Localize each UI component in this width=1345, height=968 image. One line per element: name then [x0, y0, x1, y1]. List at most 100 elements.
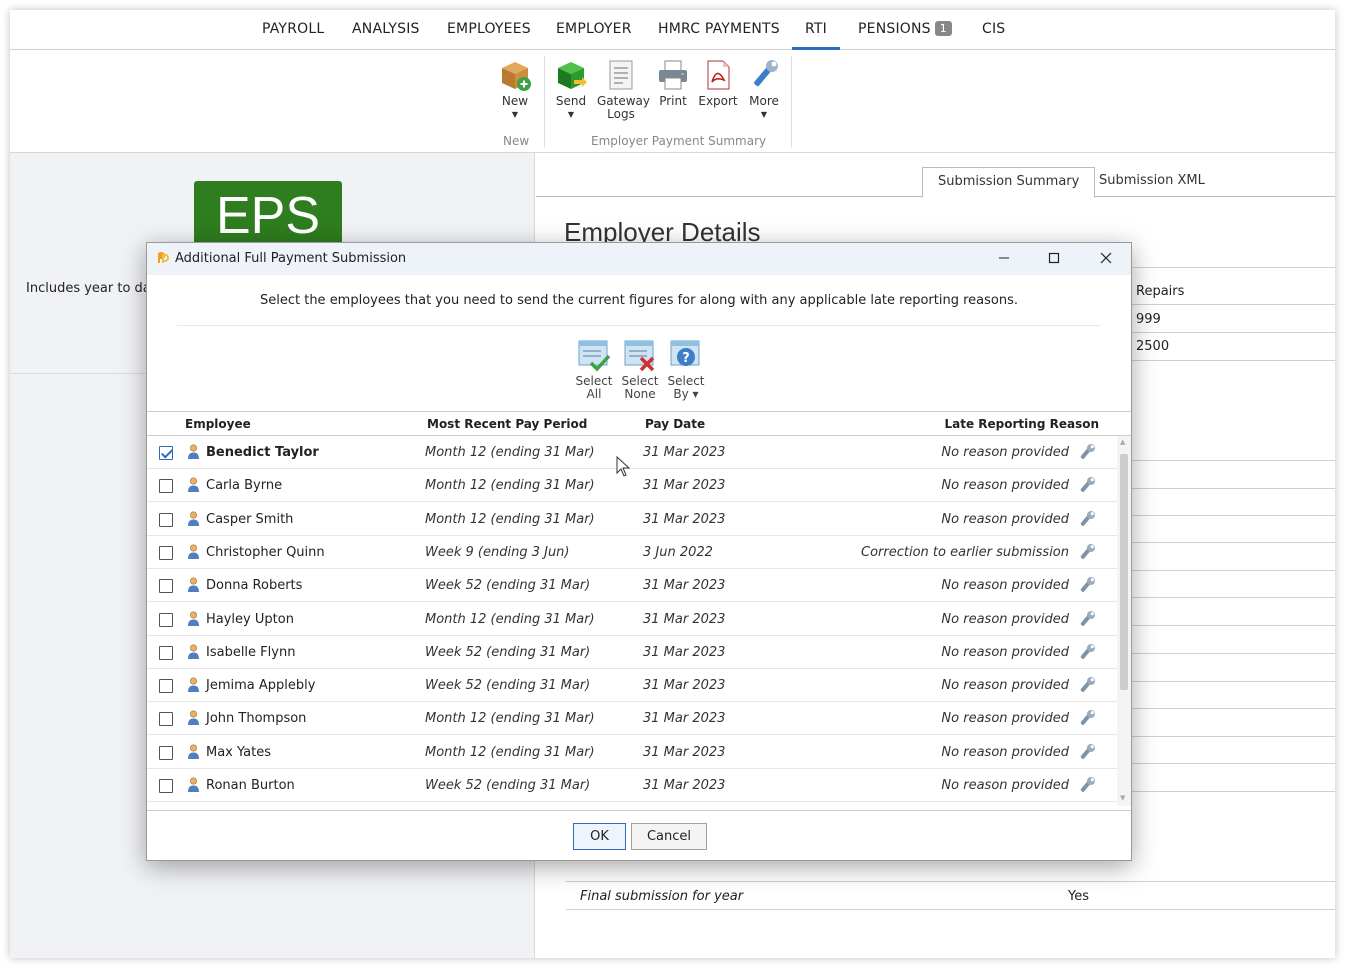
employee-name: Jemima Applebly — [206, 678, 316, 694]
dialog-instruction: Select the employees that you need to se… — [259, 293, 1018, 308]
row-checkbox[interactable] — [159, 645, 173, 660]
employee-name: Casper Smith — [206, 511, 294, 527]
tab-submission-xml[interactable]: Submission XML — [1084, 167, 1220, 197]
wrench-icon[interactable] — [1077, 610, 1096, 629]
wrench-icon[interactable] — [1077, 643, 1096, 662]
select-none-label-1: Select — [621, 374, 659, 388]
table-row[interactable]: John Thompson Month 12 (ending 31 Mar) 31 … — [147, 702, 1117, 736]
table-row[interactable]: Benedict Taylor Month 12 (ending 31 Mar) 3… — [147, 436, 1117, 469]
person-icon — [187, 677, 200, 693]
nav-analysis[interactable]: ANALYSIS — [352, 21, 420, 37]
dialog-titlebar: Additional Full Payment Submission — [147, 243, 1131, 275]
send-label: Send — [555, 94, 587, 108]
pay-period: Month 12 (ending 31 Mar) — [425, 445, 595, 460]
select-by-button[interactable]: ? Select By ▾ — [664, 338, 708, 401]
select-by-label-2: By ▾ — [673, 387, 699, 401]
scroll-up-arrow[interactable]: ▲ — [1120, 438, 1125, 446]
table-row[interactable]: Hayley Upton Month 12 (ending 31 Mar) 31 M… — [147, 603, 1117, 636]
divider — [566, 909, 1335, 910]
nav-rti[interactable]: RTI — [792, 21, 840, 50]
mouse-pointer-icon — [616, 456, 631, 477]
pay-period: Week 52 (ending 31 Mar) — [425, 778, 591, 793]
row-checkbox[interactable] — [159, 479, 173, 494]
pdf-icon — [707, 60, 730, 90]
pay-date: 31 Mar 2023 — [643, 778, 726, 793]
wrench-icon[interactable] — [1077, 543, 1096, 562]
late-reason: No reason provided — [941, 511, 1069, 527]
column-header-reason[interactable]: Late Reporting Reason — [945, 417, 1100, 431]
row-checkbox[interactable] — [159, 745, 173, 760]
nav-pensions[interactable]: PENSIONS 1 — [858, 21, 952, 37]
export-button[interactable]: Export — [694, 58, 742, 108]
wrench-icon[interactable] — [1077, 443, 1096, 462]
scrollbar-thumb[interactable] — [1120, 454, 1128, 690]
tab-submission-summary[interactable]: Submission Summary — [922, 167, 1096, 198]
nav-payroll[interactable]: PAYROLL — [262, 21, 324, 37]
wrench-icon[interactable] — [1077, 709, 1096, 728]
new-dropdown-caret: ▼ — [511, 110, 519, 119]
select-all-button[interactable]: Select All — [572, 338, 616, 401]
row-checkbox[interactable] — [159, 779, 173, 793]
cancel-button[interactable]: Cancel — [631, 823, 707, 850]
gateway-label-2: Logs — [607, 107, 635, 121]
maximize-button[interactable] — [1040, 247, 1068, 271]
select-none-button[interactable]: Select None — [618, 338, 662, 401]
table-row[interactable]: Donna Roberts Week 52 (ending 31 Mar) 31 M… — [147, 569, 1117, 603]
nav-cis[interactable]: CIS — [982, 21, 1005, 37]
green-cube-send-icon — [558, 62, 587, 89]
person-icon — [187, 777, 200, 793]
wrench-icon[interactable] — [1077, 510, 1096, 529]
wrench-icon[interactable] — [1077, 476, 1096, 495]
pay-period: Month 12 (ending 31 Mar) — [425, 711, 595, 727]
row-checkbox[interactable] — [159, 712, 173, 727]
row-checkbox[interactable] — [159, 579, 173, 594]
nav-hmrc-payments[interactable]: HMRC PAYMENTS — [658, 21, 780, 37]
select-all-label-2: All — [586, 387, 602, 401]
table-row[interactable]: Casper Smith Month 12 (ending 31 Mar) 31 M… — [147, 503, 1117, 536]
wrench-icon[interactable] — [1077, 743, 1096, 762]
table-row[interactable]: Isabelle Flynn Week 52 (ending 31 Mar) 31 … — [147, 636, 1117, 669]
table-row[interactable]: Carla Byrne Month 12 (ending 31 Mar) 31 Ma… — [147, 469, 1117, 503]
row-checkbox[interactable] — [159, 512, 173, 527]
ribbon-toolbar: New ▼ New Send ▼ Gateway Logs Print Expo… — [10, 50, 1335, 153]
submission-tabs: Submission Summary Submission XML — [536, 167, 1335, 198]
table-row[interactable]: Jemima Applebly Week 52 (ending 31 Mar) 31… — [147, 669, 1117, 703]
column-header-employee[interactable]: Employee — [185, 417, 251, 431]
new-button[interactable]: New ▼ — [491, 58, 539, 121]
print-button[interactable]: Print — [649, 58, 697, 108]
ok-button[interactable]: OK — [573, 823, 626, 850]
column-header-pay-date[interactable]: Pay Date — [645, 417, 705, 431]
select-all-icon — [578, 340, 611, 372]
wrench-icon[interactable] — [1077, 676, 1096, 695]
late-reason: No reason provided — [941, 778, 1069, 793]
row-checkbox[interactable] — [159, 446, 173, 460]
row-checkbox[interactable] — [159, 612, 173, 627]
pay-period: Week 9 (ending 3 Jun) — [425, 544, 570, 560]
row-checkbox[interactable] — [159, 679, 173, 694]
minimize-button[interactable] — [990, 247, 1018, 271]
dialog-title: Additional Full Payment Submission — [175, 251, 407, 266]
final-submission-label: Final submission for year — [580, 889, 744, 904]
wrench-icon[interactable] — [1077, 576, 1096, 595]
scroll-down-arrow[interactable]: ▼ — [1120, 794, 1125, 802]
nav-employees[interactable]: EMPLOYEES — [447, 21, 531, 37]
nav-employer[interactable]: EMPLOYER — [556, 21, 632, 37]
grid-scrollbar[interactable]: ▲ ▼ — [1117, 436, 1131, 806]
more-button[interactable]: More ▼ — [740, 58, 788, 121]
person-icon — [187, 511, 200, 527]
employee-name: Benedict Taylor — [206, 445, 319, 460]
person-icon — [187, 610, 200, 627]
send-button[interactable]: Send ▼ — [547, 58, 595, 121]
table-row[interactable]: Christopher Quinn Week 9 (ending 3 Jun) 3 … — [147, 536, 1117, 569]
column-header-period[interactable]: Most Recent Pay Period — [427, 417, 587, 431]
row-checkbox[interactable] — [159, 545, 173, 560]
table-row[interactable]: Max Yates Month 12 (ending 31 Mar) 31 Mar … — [147, 736, 1117, 769]
gateway-logs-button[interactable]: Gateway Logs — [597, 58, 650, 121]
late-reason: No reason provided — [941, 678, 1069, 694]
table-row[interactable]: Ronan Burton Week 52 (ending 31 Mar) 31 Ma… — [147, 769, 1117, 802]
employee-name: Isabelle Flynn — [206, 644, 296, 660]
wrench-icon[interactable] — [1077, 776, 1096, 795]
divider — [177, 325, 1101, 326]
detail-value: 2500 — [1136, 339, 1170, 354]
close-button[interactable] — [1092, 247, 1120, 271]
